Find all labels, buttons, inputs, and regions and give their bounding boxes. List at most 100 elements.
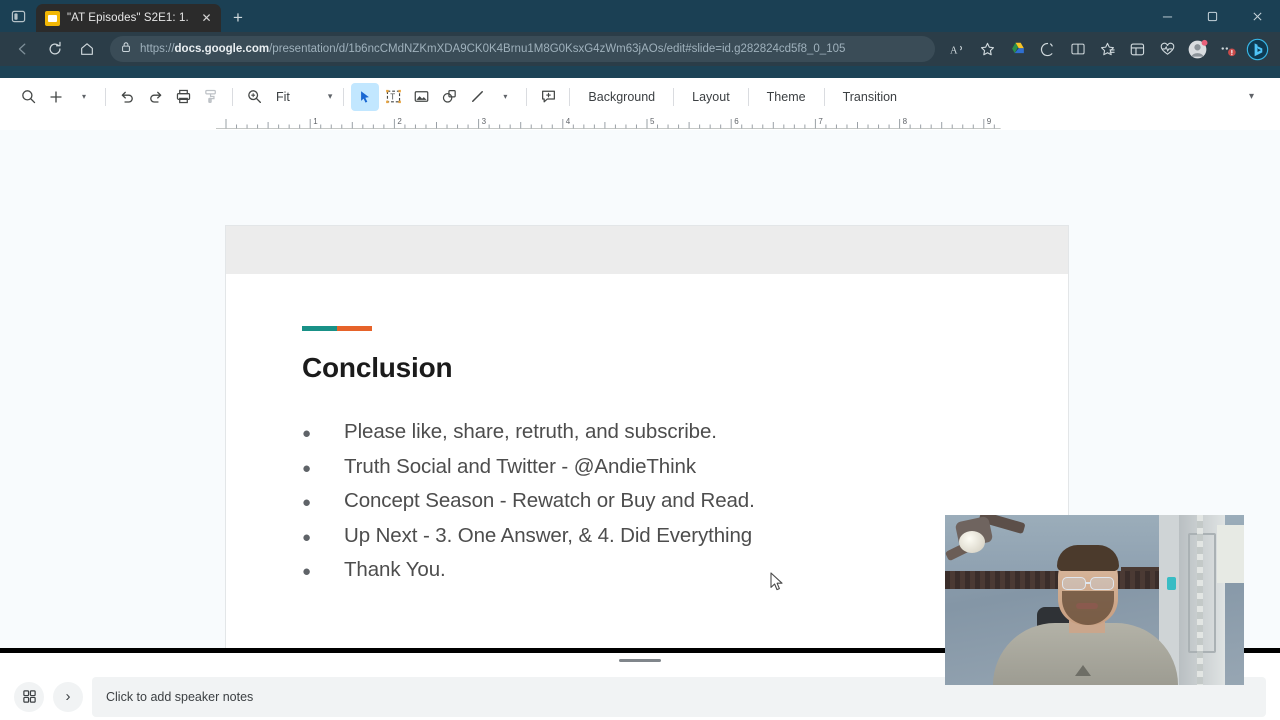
ceiling-fan-light xyxy=(959,531,985,553)
refresh-icon[interactable] xyxy=(40,35,70,63)
menu-transition[interactable]: Transition xyxy=(832,85,908,109)
eyeglass-bridge xyxy=(1085,582,1091,584)
zoom-level-value: Fit xyxy=(276,89,290,104)
bullet-dot-icon: ● xyxy=(302,425,312,442)
grid-view-icon[interactable] xyxy=(14,681,44,712)
svg-text:6: 6 xyxy=(734,117,739,126)
url-prefix: https:// xyxy=(140,43,175,55)
eyeglass-lens-right xyxy=(1090,577,1114,590)
maximize-icon[interactable] xyxy=(1190,0,1235,32)
url-path: /presentation/d/1b6ncCMdNZKmXDA9CK0K4Brn… xyxy=(269,43,846,55)
browser-essentials-icon[interactable] xyxy=(1123,35,1152,63)
bullet-text: Concept Season - Rewatch or Buy and Read… xyxy=(344,489,755,512)
bullet-text: Thank You. xyxy=(344,558,446,581)
shape-icon[interactable] xyxy=(435,83,463,111)
new-slide-caret-icon[interactable]: ▾ xyxy=(70,83,98,111)
slide-title[interactable]: Conclusion xyxy=(302,352,1068,384)
toolbar-divider xyxy=(232,87,233,106)
person-hair xyxy=(1057,545,1119,571)
copilot-icon[interactable] xyxy=(1033,35,1062,63)
toolbar-divider xyxy=(526,87,528,106)
list-item[interactable]: ● Please like, share, retruth, and subsc… xyxy=(302,420,1068,444)
slides-toolbar: ▾ Fit ▾ T ▾ Background Layout Theme Tran… xyxy=(0,78,1280,115)
expand-toolbar-caret-icon[interactable]: ▾ xyxy=(1238,83,1266,111)
menu-layout[interactable]: Layout xyxy=(681,85,741,109)
close-icon[interactable]: ✕ xyxy=(198,10,215,27)
select-cursor-icon[interactable] xyxy=(351,82,380,111)
performance-heart-icon[interactable] xyxy=(1153,35,1182,63)
toolbar-divider xyxy=(105,87,106,106)
svg-text:7: 7 xyxy=(818,117,823,126)
browser-tab[interactable]: "AT Episodes" S2E1: 1. Two Addit ✕ xyxy=(36,4,221,32)
list-item[interactable]: ● Concept Season - Rewatch or Buy and Re… xyxy=(302,489,1068,513)
list-item[interactable]: ● Truth Social and Twitter - @AndieThink xyxy=(302,455,1068,479)
bing-icon[interactable] xyxy=(1243,35,1272,63)
bullet-text: Please like, share, retruth, and subscri… xyxy=(344,420,717,443)
collections-icon[interactable] xyxy=(1093,35,1122,63)
next-panel-chevron-icon[interactable]: › xyxy=(53,681,83,712)
svg-text:A: A xyxy=(950,45,958,56)
screen: "AT Episodes" S2E1: 1. Two Addit ✕ + xyxy=(0,0,1280,720)
print-icon[interactable] xyxy=(169,83,197,111)
bullet-dot-icon: ● xyxy=(302,528,312,546)
new-slide-button[interactable] xyxy=(42,83,70,111)
svg-text:8: 8 xyxy=(903,117,908,126)
read-aloud-icon[interactable]: A xyxy=(943,35,972,63)
address-bar[interactable]: https://docs.google.com/presentation/d/1… xyxy=(110,36,935,62)
minimize-icon[interactable] xyxy=(1145,0,1190,32)
zoom-icon[interactable] xyxy=(240,83,268,111)
accent-bar-left xyxy=(302,326,337,331)
slides-favicon xyxy=(45,10,60,26)
svg-text:1: 1 xyxy=(313,117,318,126)
image-icon[interactable] xyxy=(407,83,435,111)
add-comment-icon[interactable] xyxy=(534,83,562,111)
bullet-dot-icon: ● xyxy=(302,459,312,477)
home-icon[interactable] xyxy=(72,35,102,63)
search-icon[interactable] xyxy=(14,83,42,111)
split-screen-icon[interactable] xyxy=(1063,35,1092,63)
menu-theme[interactable]: Theme xyxy=(756,85,817,109)
new-tab-button[interactable]: + xyxy=(224,4,252,32)
back-arrow-icon[interactable] xyxy=(8,35,38,63)
redo-icon[interactable] xyxy=(141,83,169,111)
browser-actions: A xyxy=(943,35,1272,63)
close-window-icon[interactable] xyxy=(1235,0,1280,32)
favorite-star-icon[interactable] xyxy=(973,35,1002,63)
webcam-overlay xyxy=(945,515,1244,685)
svg-text:9: 9 xyxy=(987,117,992,126)
toolbar-divider xyxy=(747,87,749,106)
bullet-dot-icon: ● xyxy=(302,563,312,580)
paint-format-icon[interactable] xyxy=(197,83,225,111)
slide-content: Conclusion ● Please like, share, retruth… xyxy=(226,274,1068,648)
person-mouth xyxy=(1076,603,1098,609)
svg-text:3: 3 xyxy=(482,117,487,126)
slide-surface[interactable]: Conclusion ● Please like, share, retruth… xyxy=(226,226,1068,648)
teal-object xyxy=(1167,577,1176,590)
tab-strip: "AT Episodes" S2E1: 1. Two Addit ✕ + xyxy=(0,0,1280,32)
svg-text:4: 4 xyxy=(566,117,571,126)
toolbar-divider xyxy=(569,87,571,106)
line-caret-icon[interactable]: ▾ xyxy=(491,83,519,111)
slide-header-band xyxy=(226,226,1068,274)
zoom-level-select[interactable]: Fit ▾ xyxy=(268,90,336,104)
tab-actions-sidebar-button[interactable] xyxy=(0,0,36,32)
text-box-icon[interactable]: T xyxy=(379,83,407,111)
toolbar-divider xyxy=(343,87,345,106)
google-drive-extension-icon[interactable] xyxy=(1003,35,1032,63)
menu-background[interactable]: Background xyxy=(577,85,666,109)
window-controls xyxy=(1145,0,1280,32)
settings-more-icon[interactable] xyxy=(1213,35,1242,63)
toolbar-divider xyxy=(673,87,675,106)
chevron-down-icon: ▾ xyxy=(327,91,333,101)
crown-molding xyxy=(945,571,1163,589)
undo-icon[interactable] xyxy=(113,83,141,111)
bullet-dot-icon: ● xyxy=(302,494,312,511)
profile-avatar-icon[interactable] xyxy=(1183,35,1212,63)
horizontal-ruler[interactable]: 1 2 3 4 5 6 7 8 9 xyxy=(0,115,1280,130)
lock-icon xyxy=(120,40,132,58)
svg-text:2: 2 xyxy=(397,117,402,126)
accent-bar xyxy=(302,326,372,331)
tab-title: "AT Episodes" S2E1: 1. Two Addit xyxy=(67,12,191,24)
line-icon[interactable] xyxy=(463,83,491,111)
wall-paper-sheet xyxy=(1217,525,1244,583)
